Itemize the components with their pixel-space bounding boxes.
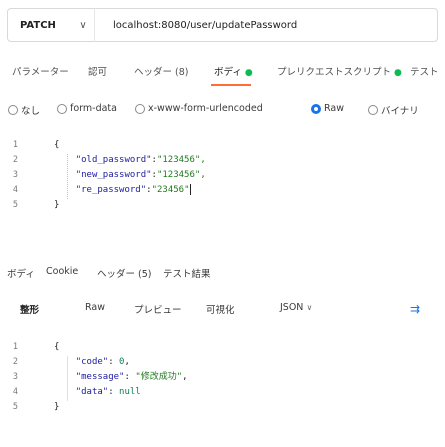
response-body-code: { "code": 0, "message": "修改成功", "data": … [54,340,188,415]
tab-tests[interactable]: テスト [410,64,439,78]
code-line: "data": null [75,387,141,397]
line-number: 3 [12,170,18,180]
text-cursor [189,184,191,195]
radio-binary[interactable]: バイナリ [368,103,419,117]
response-tabs: ボディ Cookie ヘッダー (5) テスト結果 [0,266,445,282]
radio-icon [57,103,67,114]
request-body-code: { "old_password":"123456", "new_password… [54,138,206,213]
json-value: null [119,387,141,397]
line-number: 4 [12,387,18,397]
url-input[interactable]: localhost:8080/user/updatePassword [113,20,297,31]
line-number: 5 [12,402,18,412]
request-body-editor[interactable]: 1 2 3 4 5 { "old_password":"123456", "ne… [0,138,445,228]
view-pretty[interactable]: 整形 [20,302,39,316]
format-select[interactable]: JSON ∨ [280,302,312,313]
modified-dot-icon: ● [394,68,402,78]
radio-form-data[interactable]: form-data [57,103,117,114]
line-number-gutter: 1 2 3 4 5 [0,138,18,213]
code-line: { [54,340,188,355]
json-value: "修改成功" [135,372,183,382]
request-url-bar: PATCH ∨ localhost:8080/user/updatePasswo… [7,8,438,42]
response-body-viewer: 1 2 3 4 5 { "code": 0, "message": "修改成功"… [0,340,445,440]
radio-checked-icon [311,103,321,114]
response-tab-headers[interactable]: ヘッダー (5) [97,266,151,280]
brace-open: { [54,342,60,352]
code-line: } [54,400,188,415]
radio-urlencoded-label: x-www-form-urlencoded [148,103,263,114]
code-line: "message": "修改成功", [75,372,188,382]
line-number-gutter: 1 2 3 4 5 [0,340,18,415]
method-select[interactable]: PATCH [8,20,72,31]
brace-close: } [54,200,60,210]
body-type-selector: なし form-data x-www-form-urlencoded Raw バ… [0,103,445,119]
radio-icon [368,105,378,115]
wrap-lines-icon[interactable]: ⇉ [410,302,424,316]
code-line: "new_password":"123456", [75,170,206,180]
json-key: "data" [75,387,109,397]
format-label: JSON [280,302,304,313]
request-tabs: パラメーター 認可 ヘッダー (8) ボディ ● プレリクエストスクリプト ● … [0,64,445,86]
brace-close: } [54,402,60,412]
tab-authorization[interactable]: 認可 [88,64,107,78]
tab-body-label: ボディ [214,67,242,78]
json-key: "new_password" [75,170,152,180]
tab-body[interactable]: ボディ ● [214,64,253,78]
radio-none-label: なし [21,106,41,117]
chevron-down-icon[interactable]: ∨ [72,20,94,31]
json-key: "re_password" [75,185,147,195]
radio-urlencoded[interactable]: x-www-form-urlencoded [135,103,263,114]
radio-form-data-label: form-data [70,103,117,114]
radio-raw[interactable]: Raw [311,103,344,114]
response-tab-cookie[interactable]: Cookie [46,266,78,277]
line-number: 2 [12,155,18,165]
radio-icon [135,103,145,114]
modified-dot-icon: ● [244,68,253,78]
radio-icon [8,105,18,115]
json-value: "123456", [156,170,206,180]
json-value: "123456", [156,155,206,165]
tab-pre-request-label: プレリクエストスクリプト [277,67,392,78]
response-tab-body[interactable]: ボディ [7,266,35,280]
json-key: "message" [75,372,125,382]
chevron-down-icon: ∨ [306,303,313,312]
view-preview[interactable]: プレビュー [134,302,182,316]
tab-pre-request-script[interactable]: プレリクエストスクリプト ● [277,64,402,78]
json-key: "code" [75,357,109,367]
line-number: 5 [12,200,18,210]
tab-params[interactable]: パラメーター [12,64,69,78]
tab-headers[interactable]: ヘッダー (8) [134,64,188,78]
radio-none[interactable]: なし [8,103,40,117]
json-value: "23456" [151,185,190,195]
json-key: "old_password" [75,155,152,165]
view-visualize[interactable]: 可視化 [206,302,235,316]
radio-raw-label: Raw [324,103,344,114]
line-number: 1 [12,342,18,352]
code-line: "code": 0, [75,357,130,367]
response-tab-test-results[interactable]: テスト結果 [163,266,211,280]
response-toolbar: 整形 Raw プレビュー 可視化 JSON ∨ ⇉ [0,302,445,320]
code-line: "re_password":"23456" [75,184,191,195]
code-line: { [54,138,206,153]
active-tab-indicator [211,84,251,86]
line-number: 2 [12,357,18,367]
brace-open: { [54,140,60,150]
line-number: 1 [12,140,18,150]
line-number: 4 [12,185,18,195]
line-number: 3 [12,372,18,382]
code-line: } [54,198,206,213]
url-divider [94,8,95,42]
view-raw[interactable]: Raw [85,302,105,313]
code-line: "old_password":"123456", [75,155,206,165]
radio-binary-label: バイナリ [381,106,419,117]
